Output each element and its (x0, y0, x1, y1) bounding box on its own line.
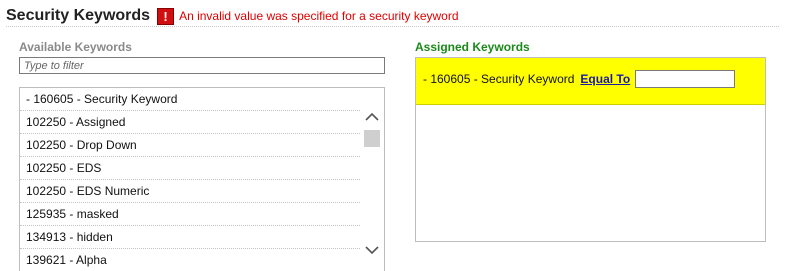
list-item-keyword[interactable]: - 160605 - Security Keyword (20, 88, 360, 111)
section-header: Security Keywords ! An invalid value was… (6, 6, 459, 26)
assigned-keywords-label: Assigned Keywords (415, 40, 530, 54)
error-exclamation-icon: ! (157, 7, 175, 25)
available-keywords-label: Available Keywords (19, 40, 132, 54)
operator-link[interactable]: Equal To (580, 72, 630, 86)
header-divider (6, 26, 779, 27)
scroll-thumb[interactable] (364, 130, 380, 147)
list-item-keyword[interactable]: 102250 - Drop Down (20, 134, 360, 157)
page-title: Security Keywords (6, 7, 151, 24)
keyword-filter-input[interactable] (19, 57, 385, 74)
list-item-keyword[interactable]: 125935 - masked (20, 203, 360, 226)
assigned-keyword-name: - 160605 - Security Keyword (423, 71, 575, 86)
available-keywords-list[interactable]: - 160605 - Security Keyword 102250 - Ass… (19, 87, 385, 271)
assigned-keyword-row: - 160605 - Security Keyword Equal To (416, 58, 765, 105)
list-item-keyword[interactable]: 139621 - Alpha (20, 249, 360, 271)
list-item-keyword[interactable]: 102250 - EDS Numeric (20, 180, 360, 203)
list-scrollbar[interactable] (360, 88, 384, 271)
list-item-keyword[interactable]: 102250 - Assigned (20, 111, 360, 134)
scroll-up-chevron-icon[interactable] (363, 108, 381, 124)
scroll-down-chevron-icon[interactable] (363, 242, 381, 258)
keyword-list-items: - 160605 - Security Keyword 102250 - Ass… (20, 88, 360, 271)
error-message: An invalid value was specified for a sec… (179, 9, 459, 23)
assigned-keywords-panel: - 160605 - Security Keyword Equal To (415, 57, 766, 242)
list-item-keyword[interactable]: 102250 - EDS (20, 157, 360, 180)
list-item-keyword[interactable]: 134913 - hidden (20, 226, 360, 249)
keyword-value-input[interactable] (635, 69, 736, 88)
